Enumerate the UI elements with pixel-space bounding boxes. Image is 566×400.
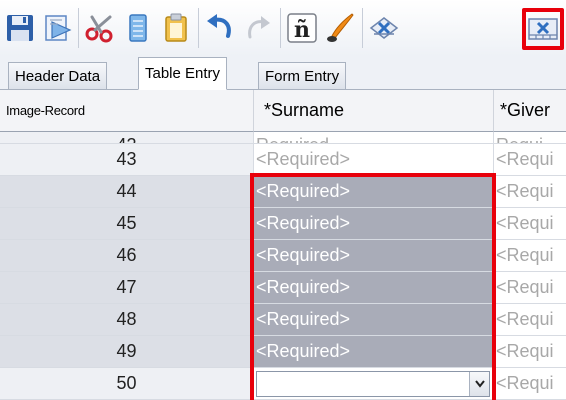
given-name-cell[interactable]: <Requi	[494, 368, 566, 400]
given-name-cell[interactable]: Requi	[494, 132, 566, 144]
surname-cell[interactable]: <Required>	[254, 240, 494, 272]
undo-button[interactable]	[202, 10, 238, 46]
surname-cell[interactable]: <Required>	[254, 336, 494, 368]
record-cell[interactable]: 43	[0, 144, 254, 176]
cut-icon	[85, 15, 113, 43]
given-name-cell[interactable]: <Requi	[494, 240, 566, 272]
given-name-cell[interactable]: <Requi	[494, 272, 566, 304]
import-icon	[45, 15, 72, 41]
save-icon	[7, 15, 33, 41]
import-button[interactable]	[40, 10, 76, 46]
copy-icon	[129, 14, 147, 42]
record-cell[interactable]: 49	[0, 336, 254, 368]
surname-cell[interactable]: <Required>	[254, 144, 494, 176]
column-header-given-name[interactable]: *Giver	[494, 90, 566, 132]
clear-selected-cells-button[interactable]	[522, 8, 564, 50]
undo-icon	[207, 14, 231, 38]
surname-cell[interactable]: <Required>	[254, 208, 494, 240]
tab-label: Form Entry	[265, 67, 340, 85]
dropdown-toggle-button[interactable]	[469, 372, 489, 396]
redo-icon	[248, 16, 270, 39]
record-cell[interactable]: 48	[0, 304, 254, 336]
data-grid: Image-Record *Surname *Giver 42 Required…	[0, 90, 566, 400]
tab-form-entry[interactable]: Form Entry	[258, 62, 347, 90]
special-character-icon: ñ	[287, 13, 317, 43]
record-cell[interactable]: 42	[0, 132, 254, 144]
surname-cell[interactable]	[254, 368, 494, 400]
table-row[interactable]: 47 <Required> <Requi	[0, 272, 566, 304]
ink-pen-button[interactable]	[322, 10, 358, 46]
table-row[interactable]: 42 Required Requi	[0, 132, 566, 144]
record-cell[interactable]: 44	[0, 176, 254, 208]
redo-button[interactable]	[240, 10, 276, 46]
special-character-button[interactable]: ñ	[284, 10, 320, 46]
tab-table-entry[interactable]: Table Entry	[138, 57, 228, 90]
paste-button[interactable]	[158, 10, 194, 46]
surname-cell[interactable]: Required	[254, 132, 494, 144]
surname-cell[interactable]: <Required>	[254, 272, 494, 304]
record-cell[interactable]: 45	[0, 208, 254, 240]
record-cell[interactable]: 50	[0, 368, 254, 400]
clear-field-button[interactable]	[366, 10, 402, 46]
given-name-cell[interactable]: <Requi	[494, 336, 566, 368]
table-row[interactable]: 44 <Required> <Requi	[0, 176, 566, 208]
clear-field-icon	[369, 17, 399, 39]
surname-dropdown[interactable]	[256, 371, 490, 397]
table-row[interactable]: 49 <Required> <Requi	[0, 336, 566, 368]
surname-cell[interactable]: <Required>	[254, 176, 494, 208]
table-row[interactable]: 45 <Required> <Requi	[0, 208, 566, 240]
table-row[interactable]: 43 <Required> <Requi	[0, 144, 566, 176]
tab-label: Header Data	[15, 67, 101, 85]
copy-button[interactable]	[120, 10, 156, 46]
record-cell[interactable]: 47	[0, 272, 254, 304]
tab-bar: Header Data Table Entry Form Entry	[0, 56, 566, 90]
toolbar: ñ	[0, 0, 566, 56]
chevron-down-icon	[474, 380, 485, 388]
record-cell[interactable]: 46	[0, 240, 254, 272]
column-header-image-record[interactable]: Image-Record	[0, 90, 254, 132]
given-name-cell[interactable]: <Requi	[494, 176, 566, 208]
save-button[interactable]	[2, 10, 38, 46]
column-header-surname[interactable]: *Surname	[254, 90, 494, 132]
table-row[interactable]: 50 <Requi	[0, 368, 566, 400]
svg-text:ñ: ñ	[294, 17, 310, 43]
paste-icon	[165, 13, 187, 42]
surname-cell[interactable]: <Required>	[254, 304, 494, 336]
cut-button[interactable]	[82, 10, 118, 46]
tab-label: Table Entry	[145, 65, 221, 82]
tab-header-data[interactable]: Header Data	[8, 62, 108, 90]
table-row[interactable]: 48 <Required> <Requi	[0, 304, 566, 336]
given-name-cell[interactable]: <Requi	[494, 208, 566, 240]
table-row[interactable]: 46 <Required> <Requi	[0, 240, 566, 272]
given-name-cell[interactable]: <Requi	[494, 144, 566, 176]
clear-selected-cells-icon	[528, 18, 558, 40]
given-name-cell[interactable]: <Requi	[494, 304, 566, 336]
ink-pen-icon	[327, 13, 354, 42]
